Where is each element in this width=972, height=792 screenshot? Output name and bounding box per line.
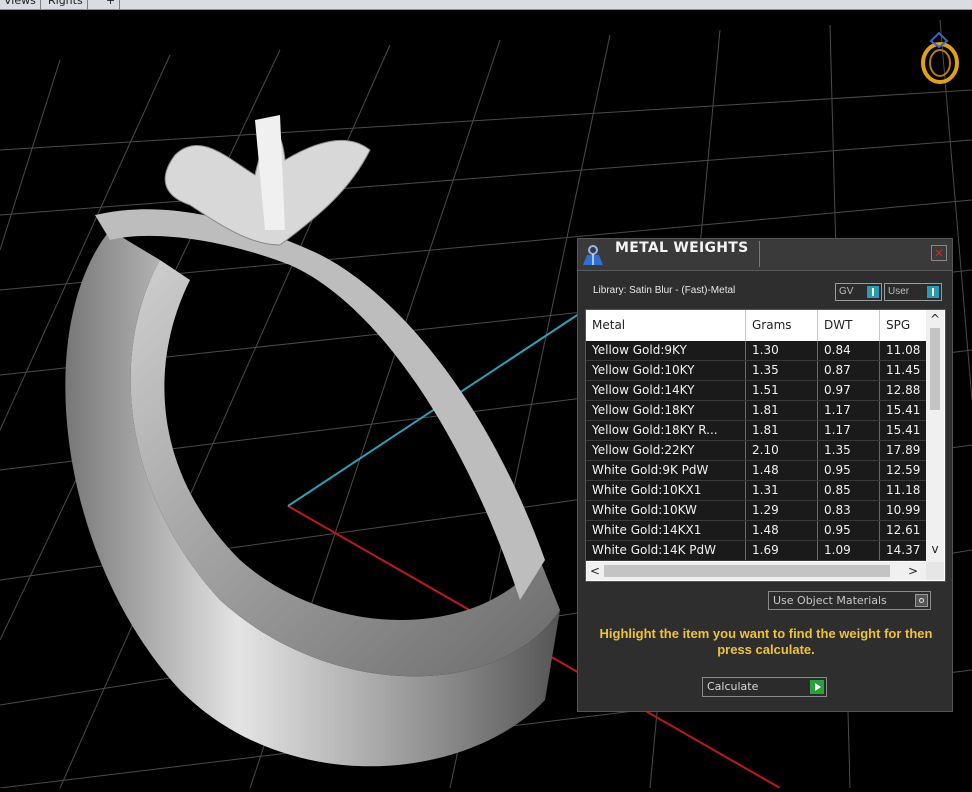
table-row[interactable]: Yellow Gold:18KY 1.81 1.17 15.41: [586, 401, 926, 421]
vertical-scrollbar[interactable]: ^ v: [926, 310, 944, 562]
col-header-spg[interactable]: SPG: [880, 310, 926, 341]
tab-rights[interactable]: Rights: [44, 0, 88, 9]
cell-spg: 10.99: [886, 503, 921, 517]
user-toggle-switch-icon: [927, 286, 939, 298]
metal-weights-icon: [583, 245, 603, 265]
cell-dwt: 0.97: [818, 381, 880, 400]
cell-grams: 1.48: [746, 461, 818, 480]
instruction-text: Highlight the item you want to find the …: [599, 626, 933, 657]
title-divider: [759, 241, 760, 267]
table-row[interactable]: White Gold:10KW 1.29 0.83 10.99: [586, 501, 926, 521]
user-toggle[interactable]: User: [884, 283, 942, 301]
panel-titlebar[interactable]: METAL WEIGHTS ×: [578, 239, 952, 271]
close-button[interactable]: ×: [931, 245, 947, 261]
cell-dwt: 0.84: [818, 341, 880, 360]
cell-dwt: 0.87: [818, 361, 880, 380]
cell-dwt: 0.95: [818, 521, 880, 540]
user-toggle-label: User: [888, 286, 910, 297]
cell-dwt: 1.17: [818, 401, 880, 420]
cell-spg: 12.59: [886, 463, 921, 477]
top-toolbar: Views Rights +: [0, 0, 972, 10]
cell-grams: 2.10: [746, 441, 818, 460]
use-object-materials-label: Use Object Materials: [773, 594, 887, 607]
cell-dwt: 0.83: [818, 501, 880, 520]
scroll-left-icon[interactable]: <: [586, 562, 604, 580]
cell-metal: Yellow Gold:18KY R...: [586, 421, 746, 440]
table-row[interactable]: White Gold:9K PdW 1.48 0.95 12.59: [586, 461, 926, 481]
cell-grams: 1.81: [746, 401, 818, 420]
radio-toggle-icon: [915, 594, 928, 607]
cell-dwt: 0.95: [818, 461, 880, 480]
gv-toggle-switch-icon: [867, 286, 879, 298]
calculate-button[interactable]: Calculate: [702, 677, 827, 697]
tab-add[interactable]: +: [102, 0, 121, 9]
horizontal-scroll-thumb[interactable]: [604, 565, 890, 577]
scroll-up-icon[interactable]: ^: [926, 310, 944, 328]
table-row[interactable]: Yellow Gold:9KY 1.30 0.84 11.08: [586, 341, 926, 361]
cell-metal: White Gold:14KX1: [586, 521, 746, 540]
cell-grams: 1.48: [746, 521, 818, 540]
cell-metal: Yellow Gold:14KY: [586, 381, 746, 400]
col-header-grams[interactable]: Grams: [746, 310, 818, 341]
cell-spg: 11.45: [886, 363, 921, 377]
panel-title: METAL WEIGHTS: [615, 240, 749, 256]
scrollbar-corner: [926, 562, 944, 580]
cell-metal: Yellow Gold:18KY: [586, 401, 746, 420]
cell-metal: Yellow Gold:22KY: [586, 441, 746, 460]
cell-grams: 1.30: [746, 341, 818, 360]
app-ring-logo-icon: [921, 31, 959, 84]
cell-spg: 15.41: [886, 423, 921, 437]
scroll-right-icon[interactable]: >: [904, 562, 922, 580]
cell-grams: 1.81: [746, 421, 818, 440]
metal-weights-panel: METAL WEIGHTS × Library: Satin Blur - (F…: [577, 238, 953, 712]
calculate-label: Calculate: [707, 680, 759, 693]
cell-grams: 1.69: [746, 541, 818, 560]
library-label: Library: Satin Blur - (Fast)-Metal: [593, 285, 736, 296]
cell-metal: White Gold:10KW: [586, 501, 746, 520]
table-row[interactable]: Yellow Gold:10KY 1.35 0.87 11.45: [586, 361, 926, 381]
cell-metal: White Gold:9K PdW: [586, 461, 746, 480]
table-row[interactable]: White Gold:14K PdW 1.69 1.09 14.37: [586, 541, 926, 561]
table-header: Metal Grams DWT SPG: [586, 310, 926, 341]
cell-spg: 12.61: [886, 523, 921, 537]
cell-grams: 1.35: [746, 361, 818, 380]
cell-metal: Yellow Gold:10KY: [586, 361, 746, 380]
ring-model: [65, 115, 561, 767]
cell-grams: 1.29: [746, 501, 818, 520]
cell-dwt: 1.17: [818, 421, 880, 440]
cell-dwt: 0.85: [818, 481, 880, 500]
gv-toggle[interactable]: GV: [835, 283, 882, 301]
cell-spg: 15.41: [886, 403, 921, 417]
cell-dwt: 1.09: [818, 541, 880, 560]
cell-spg: 11.08: [886, 343, 921, 357]
col-header-metal[interactable]: Metal: [586, 310, 746, 341]
table-row[interactable]: White Gold:10KX1 1.31 0.85 11.18: [586, 481, 926, 501]
vertical-scroll-thumb[interactable]: [930, 328, 940, 410]
use-object-materials-toggle[interactable]: Use Object Materials: [768, 591, 931, 610]
metal-table: Metal Grams DWT SPG Yellow Gold:9KY 1.30 0…: [585, 309, 946, 582]
cell-grams: 1.51: [746, 381, 818, 400]
table-row[interactable]: Yellow Gold:18KY R... 1.81 1.17 15.41: [586, 421, 926, 441]
scroll-down-icon[interactable]: v: [926, 540, 944, 558]
cell-spg: 12.88: [886, 383, 921, 397]
col-header-dwt[interactable]: DWT: [818, 310, 880, 341]
cell-metal: Yellow Gold:9KY: [586, 341, 746, 360]
cell-spg: 11.18: [886, 483, 921, 497]
tab-views[interactable]: Views: [0, 0, 41, 9]
cell-metal: White Gold:14K PdW: [586, 541, 746, 560]
cell-grams: 1.31: [746, 481, 818, 500]
table-row[interactable]: Yellow Gold:22KY 2.10 1.35 17.89: [586, 441, 926, 461]
play-arrow-icon: [810, 680, 824, 694]
cell-spg: 17.89: [886, 443, 921, 457]
table-row[interactable]: Yellow Gold:14KY 1.51 0.97 12.88: [586, 381, 926, 401]
gv-toggle-label: GV: [839, 286, 854, 297]
cell-metal: White Gold:10KX1: [586, 481, 746, 500]
cell-dwt: 1.35: [818, 441, 880, 460]
horizontal-scrollbar[interactable]: < >: [586, 562, 926, 580]
table-row[interactable]: White Gold:14KX1 1.48 0.95 12.61: [586, 521, 926, 541]
cell-spg: 14.37: [886, 543, 921, 557]
